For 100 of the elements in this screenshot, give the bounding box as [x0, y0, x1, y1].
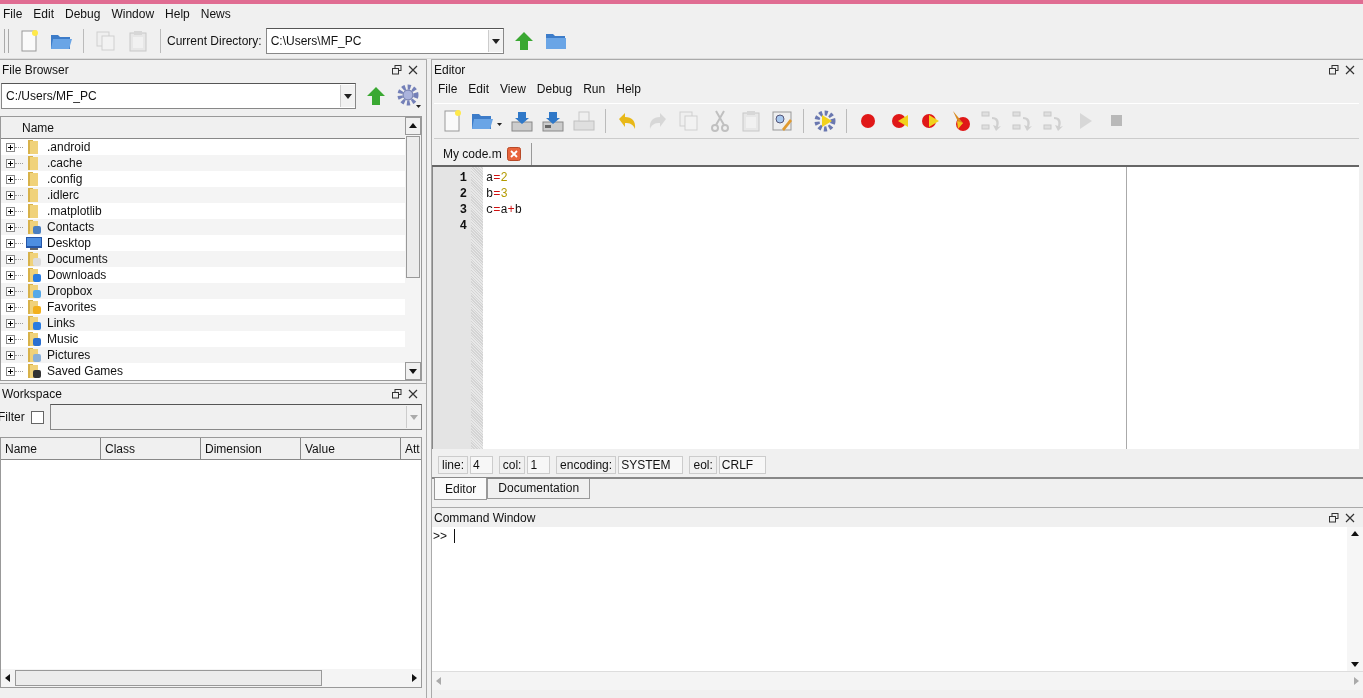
filter-combobox[interactable] — [49, 404, 422, 430]
menu-item[interactable]: Debug — [536, 82, 573, 96]
menu-item[interactable]: Edit — [468, 82, 490, 96]
panel-title: Command Window — [434, 510, 537, 525]
folder-name[interactable]: .matplotlib — [47, 204, 102, 218]
column-header[interactable]: Class — [101, 438, 201, 459]
expand-icon[interactable] — [6, 222, 15, 232]
folder-name[interactable]: .config — [47, 172, 83, 186]
expand-icon[interactable] — [6, 270, 15, 280]
panel-tab[interactable]: Documentation — [487, 479, 591, 499]
current-directory-combobox[interactable]: C:\Users\MF_PC — [265, 27, 504, 54]
close-icon[interactable] — [506, 147, 521, 161]
line-number: 4 — [459, 218, 467, 234]
close-icon[interactable] — [408, 64, 418, 75]
scrollbar-thumb[interactable] — [406, 136, 420, 278]
menu-item[interactable]: File — [438, 82, 458, 96]
expand-icon[interactable] — [6, 190, 15, 200]
status-value: CRLF — [718, 456, 767, 474]
folder-name[interactable]: Pictures — [47, 348, 91, 362]
folder-name[interactable]: Saved Games — [47, 364, 124, 378]
expand-icon[interactable] — [6, 174, 15, 184]
undock-icon[interactable] — [392, 388, 402, 399]
expand-icon[interactable] — [6, 254, 15, 264]
column-header[interactable]: Name — [1, 438, 101, 459]
close-icon[interactable] — [408, 388, 418, 399]
settings-icon[interactable] — [396, 83, 422, 109]
save-icon[interactable] — [510, 109, 534, 133]
line-number: 3 — [459, 202, 467, 218]
panel-title: Workspace — [2, 386, 63, 401]
expand-icon[interactable] — [6, 158, 15, 168]
expand-icon[interactable] — [6, 318, 15, 328]
expand-icon[interactable] — [6, 334, 15, 344]
expand-icon[interactable] — [6, 366, 15, 376]
music-folder-icon — [26, 331, 42, 347]
expand-icon[interactable] — [6, 302, 15, 312]
folder-name[interactable]: Favorites — [47, 300, 97, 314]
undock-icon[interactable] — [1329, 64, 1339, 75]
status-label: col: — [498, 456, 526, 474]
column-header[interactable]: Att — [401, 438, 421, 459]
menu-item[interactable]: Help — [165, 6, 190, 21]
downloads-folder-icon — [26, 267, 42, 283]
folder-name[interactable]: Dropbox — [47, 284, 93, 298]
line-number: 1 — [459, 170, 467, 186]
panel-tab[interactable]: Editor — [434, 478, 488, 500]
menu-item[interactable]: Run — [583, 82, 606, 96]
menu-item[interactable]: Edit — [33, 6, 55, 21]
run-gear-icon[interactable] — [813, 109, 837, 133]
undock-icon[interactable] — [1329, 512, 1339, 523]
path-combobox[interactable]: C:/Users/MF_PC — [1, 83, 356, 109]
status-label: encoding: — [556, 456, 617, 474]
scrollbar-thumb[interactable] — [15, 670, 322, 686]
column-header[interactable]: Name — [1, 117, 405, 139]
games-folder-icon — [26, 363, 42, 379]
find-icon[interactable] — [770, 109, 794, 133]
folder-name[interactable]: .android — [47, 140, 91, 154]
expand-icon[interactable] — [6, 238, 15, 248]
menu-item[interactable]: View — [500, 82, 526, 96]
close-icon[interactable] — [1345, 512, 1355, 523]
text-cursor — [454, 529, 455, 543]
file-tab[interactable]: My code.m — [436, 143, 532, 165]
status-value: 1 — [527, 456, 551, 474]
current-directory-label: Current Directory: — [167, 33, 262, 48]
folder-name[interactable]: .idlerc — [47, 188, 79, 202]
column-header[interactable]: Value — [301, 438, 401, 459]
panel-title: Editor — [434, 62, 467, 77]
status-label: eol: — [689, 456, 717, 474]
star-folder-icon — [26, 299, 42, 315]
expand-icon[interactable] — [6, 286, 15, 296]
folder-name[interactable]: .cache — [47, 156, 83, 170]
expand-icon[interactable] — [6, 142, 15, 152]
command-prompt: >> — [433, 529, 447, 543]
column-header[interactable]: Dimension — [201, 438, 301, 459]
scroll-down-button[interactable] — [405, 362, 421, 380]
monitor-icon — [26, 235, 42, 251]
pictures-folder-icon — [26, 347, 42, 363]
expand-icon[interactable] — [6, 206, 15, 216]
status-label: line: — [438, 456, 468, 474]
expand-icon[interactable] — [6, 350, 15, 360]
code-line: a=2 — [486, 171, 508, 185]
menu-item[interactable]: News — [200, 6, 231, 21]
folder-name[interactable]: Downloads — [47, 268, 107, 282]
contacts-folder-icon — [26, 219, 42, 235]
menu-item[interactable]: Debug — [65, 6, 101, 21]
folder-name[interactable]: Desktop — [47, 236, 92, 250]
folder-name[interactable]: Documents — [47, 252, 108, 266]
close-icon[interactable] — [1345, 64, 1355, 75]
code-line: b=3 — [486, 187, 508, 201]
menu-item[interactable]: Window — [111, 6, 155, 21]
links-folder-icon — [26, 315, 42, 331]
scroll-up-button[interactable] — [405, 117, 421, 135]
undock-icon[interactable] — [392, 64, 402, 75]
folder-name[interactable]: Contacts — [47, 220, 95, 234]
menu-item[interactable]: Help — [616, 82, 641, 96]
code-line: c=a+b — [486, 203, 522, 217]
folder-name[interactable]: Music — [47, 332, 79, 346]
menu-item[interactable]: File — [3, 6, 23, 21]
folder-name[interactable]: Links — [47, 316, 75, 330]
save-as-icon[interactable] — [541, 109, 565, 133]
dropbox-folder-icon — [26, 283, 42, 299]
filter-checkbox[interactable] — [30, 410, 44, 424]
